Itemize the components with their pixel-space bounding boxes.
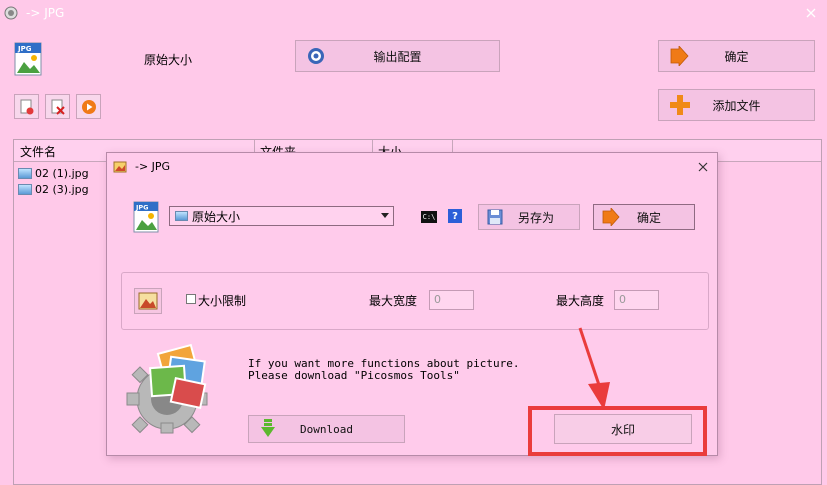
arrow-right-icon	[670, 46, 689, 66]
command-line-icon[interactable]: C:\	[421, 211, 437, 223]
image-file-icon	[18, 183, 32, 195]
size-label: 原始大小	[144, 53, 193, 67]
delete-icon	[51, 99, 65, 115]
download-arrow-icon	[261, 419, 275, 437]
help-icon[interactable]: ?	[448, 209, 462, 223]
list-item[interactable]: 02 (1).jpg	[18, 165, 89, 181]
jpg-file-icon: JPG	[14, 42, 42, 76]
file-name: 02 (1).jpg	[35, 166, 89, 180]
max-width-label: 最大宽度	[369, 294, 418, 308]
ok-label: 确定	[724, 49, 749, 64]
delete-file-button[interactable]	[45, 94, 70, 119]
download-button[interactable]: Download	[248, 415, 405, 443]
add-file-button[interactable]: 添加文件	[658, 89, 815, 121]
close-icon[interactable]	[806, 8, 816, 18]
size-select-value: 原始大小	[192, 209, 241, 224]
annotation-arrow-icon	[578, 327, 610, 410]
file-name: 02 (3).jpg	[35, 182, 89, 196]
svg-text:JPG: JPG	[17, 45, 32, 53]
app-icon	[4, 6, 18, 20]
save-as-button[interactable]: 另存为	[478, 204, 580, 230]
download-label: Download	[300, 422, 353, 436]
info-line-2: Please download "Picosmos Tools"	[248, 369, 460, 382]
output-config-button[interactable]: 输出配置	[295, 40, 500, 72]
image-icon	[175, 211, 188, 221]
play-icon	[81, 99, 96, 114]
highlight-box	[528, 406, 707, 456]
max-width-input[interactable]: 0	[429, 290, 474, 310]
size-select[interactable]: 原始大小	[169, 206, 394, 226]
ok-button[interactable]: 确定	[658, 40, 815, 72]
dialog-title: -> JPG	[135, 160, 171, 173]
remove-file-button[interactable]	[14, 94, 39, 119]
save-as-label: 另存为	[517, 210, 554, 225]
size-limit-group: 大小限制 最大宽度 0 最大高度 0	[121, 272, 709, 330]
photo-icon	[138, 292, 158, 310]
dialog-close-icon[interactable]	[698, 162, 708, 172]
dialog-ok-button[interactable]: 确定	[593, 204, 695, 230]
save-icon	[487, 209, 503, 225]
main-titlebar: -> JPG	[0, 0, 827, 28]
config-gear-icon	[308, 48, 324, 64]
arrow-right-icon	[602, 208, 620, 226]
picosmos-logo	[126, 343, 208, 434]
jpg-file-icon: JPG	[133, 201, 159, 233]
dialog-picture-icon	[113, 161, 127, 173]
max-height-input[interactable]: 0	[614, 290, 659, 310]
output-config-label: 输出配置	[373, 49, 422, 64]
play-button[interactable]	[76, 94, 101, 119]
chevron-down-icon	[381, 213, 389, 218]
list-item[interactable]: 02 (3).jpg	[18, 181, 89, 197]
add-file-label: 添加文件	[712, 98, 761, 113]
svg-text:JPG: JPG	[135, 204, 149, 212]
image-file-icon	[18, 167, 32, 179]
size-limit-checkbox[interactable]	[186, 294, 196, 304]
size-limit-label: 大小限制	[198, 294, 247, 308]
dialog-ok-label: 确定	[636, 210, 661, 225]
resize-image-button[interactable]	[134, 288, 162, 314]
max-height-label: 最大高度	[556, 294, 605, 308]
plus-icon	[670, 95, 690, 115]
column-filename[interactable]: 文件名	[20, 143, 56, 160]
remove-file-icon	[20, 99, 33, 114]
window-title: -> JPG	[26, 6, 65, 20]
